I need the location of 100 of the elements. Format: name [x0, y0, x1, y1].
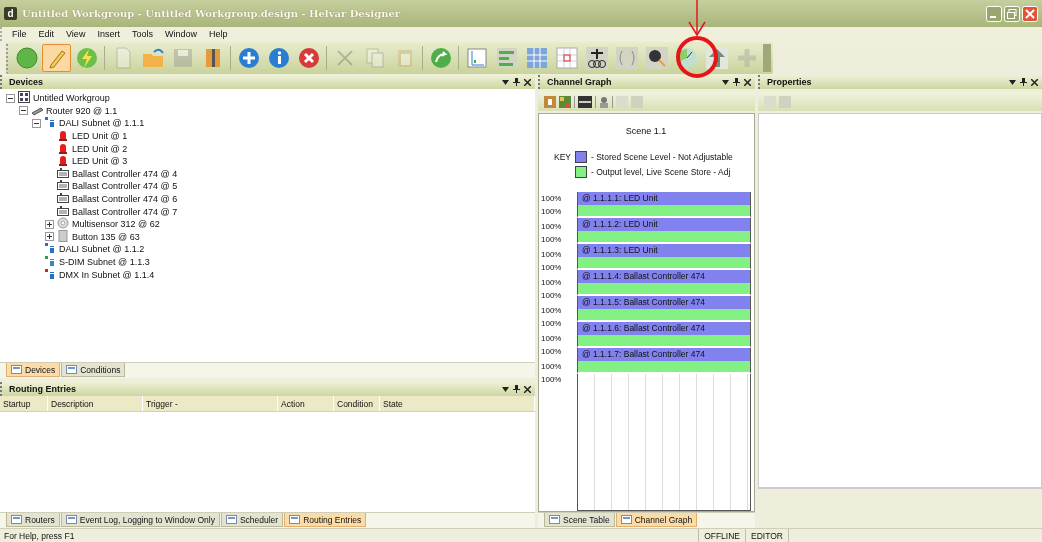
tree-item[interactable]: Router 920 @ 1.1 [46, 105, 118, 116]
tab[interactable]: Scene Table [544, 513, 615, 527]
close-icon[interactable] [1031, 78, 1038, 86]
collapse-toggle[interactable] [19, 106, 28, 116]
level-bar: @ 1.1.1.4: Ballast Controller 474 [578, 270, 750, 283]
pin-icon[interactable] [513, 385, 520, 393]
pane-title: Devices [8, 77, 45, 87]
sdim-subnet-icon [44, 255, 56, 267]
window-icon [225, 514, 237, 525]
dali-subnet-icon [44, 116, 56, 129]
tree-item[interactable]: DMX In Subnet @ 1.1.4 [59, 269, 155, 280]
tab[interactable]: Conditions [61, 363, 126, 377]
tree-item[interactable]: DALI Subnet @ 1.1.2 [59, 244, 145, 255]
collapse-toggle[interactable] [32, 119, 41, 128]
menu-item[interactable]: Edit [32, 29, 61, 39]
tab[interactable]: Devices [6, 363, 61, 377]
circle-icon [13, 44, 40, 71]
tab[interactable]: Scheduler [220, 513, 284, 527]
window-icon [11, 364, 22, 375]
menu-item[interactable]: View [60, 29, 92, 39]
sensor-icon [57, 217, 69, 230]
tree-item[interactable]: Untitled Workgroup [33, 93, 110, 104]
tab[interactable]: Channel Graph [615, 513, 698, 527]
grid-icon[interactable] [559, 95, 571, 108]
tree-item[interactable]: S-DIM Subnet @ 1.1.3 [59, 257, 150, 267]
annotation-circle [676, 36, 718, 78]
tree-item[interactable]: LED Unit @ 1 [72, 131, 128, 142]
menu-item[interactable]: Tools [125, 29, 159, 39]
help-icon [643, 44, 670, 71]
tree-item[interactable]: Ballast Controller 474 @ 7 [72, 206, 178, 217]
pin-icon[interactable] [513, 78, 520, 86]
legend-label: - Stored Scene Level - Not Adjustable [591, 151, 733, 162]
window-icon [620, 514, 632, 525]
minimize-button[interactable] [986, 5, 1002, 22]
dropdown-icon[interactable] [1009, 79, 1016, 85]
window-title: Untitled Workgroup - Untitled Workgroup.design - Helvar Designer [22, 8, 402, 19]
menu-item[interactable]: Insert [91, 29, 126, 39]
status-panel: OFFLINE [698, 529, 746, 542]
level-bar: @ 1.1.1.3: LED Unit [578, 244, 750, 257]
level-bar: @ 1.1.1.2: LED Unit [578, 218, 750, 231]
tree-item[interactable]: Ballast Controller 474 @ 4 [72, 168, 178, 179]
tree-item[interactable]: Ballast Controller 474 @ 6 [72, 194, 178, 205]
pin-icon[interactable] [733, 78, 740, 86]
tree-item[interactable]: LED Unit @ 3 [72, 156, 128, 167]
menu-item[interactable]: Help [202, 29, 234, 39]
pane-title: Channel Graph [546, 77, 613, 87]
bars-icon[interactable] [578, 95, 592, 108]
dropdown-icon[interactable] [722, 79, 729, 85]
lock-icon[interactable] [599, 95, 609, 108]
column-header[interactable]: Action [278, 396, 334, 411]
level-reading: 100% [541, 262, 563, 274]
toolbar-overflow[interactable] [763, 43, 771, 72]
close-icon[interactable] [524, 78, 531, 86]
tab[interactable]: Routing Entries [284, 513, 367, 527]
ballast-icon [57, 204, 69, 217]
app-icon: d [4, 7, 17, 20]
tree-item[interactable]: DALI Subnet @ 1.1.1 [59, 118, 145, 129]
level-bar: @ 1.1.1.5: Ballast Controller 474 [578, 296, 750, 309]
tree-item[interactable]: Multisensor 312 @ 62 [72, 219, 160, 230]
tree-item[interactable]: LED Unit @ 2 [72, 143, 128, 154]
status-panel: EDITOR [745, 529, 788, 542]
collapse-toggle[interactable] [6, 93, 15, 103]
menu-item[interactable]: Window [158, 29, 203, 39]
tree-item[interactable]: Ballast Controller 474 @ 5 [72, 181, 178, 192]
level-reading: 100% [541, 318, 563, 330]
column-header[interactable]: State [380, 396, 535, 411]
level-reading: 100% [541, 277, 563, 289]
level-bar: @ 1.1.1.1: LED Unit [578, 192, 750, 205]
window-icon [549, 514, 560, 525]
column-header[interactable]: Startup [0, 396, 48, 411]
tab[interactable]: Routers [6, 513, 60, 527]
legend-label: - Output level, Live Scene Store - Adj [591, 166, 731, 177]
expand-toggle[interactable] [45, 219, 54, 229]
window-icon [289, 514, 301, 525]
help-grid-icon[interactable] [544, 95, 556, 108]
level-reading: 100% [541, 234, 563, 246]
expand-toggle[interactable] [45, 232, 54, 242]
level-bar: @ 1.1.1.6: Ballast Controller 474 [578, 322, 750, 335]
level-reading: 100% [541, 221, 563, 233]
pane-title: Properties [766, 77, 813, 87]
column-header[interactable]: Condition [334, 396, 380, 411]
pane-title: Routing Entries [8, 384, 77, 394]
dropdown-icon[interactable] [502, 79, 509, 85]
close-button[interactable] [1022, 5, 1038, 22]
column-header[interactable]: Trigger - [143, 396, 278, 411]
close-icon[interactable] [744, 78, 751, 86]
status-text: For Help, press F1 [4, 530, 76, 541]
button-icon [57, 229, 69, 242]
level-bar: @ 1.1.1.7: Ballast Controller 474 [578, 348, 750, 361]
tab[interactable]: Event Log, Logging to Window Only [60, 513, 220, 527]
window-icon [66, 364, 78, 375]
menu-item[interactable]: File [6, 29, 33, 39]
level-reading: 100% [541, 193, 563, 205]
column-header[interactable]: Description [48, 396, 143, 411]
close-icon[interactable] [524, 385, 531, 393]
pin-icon[interactable] [1020, 78, 1027, 86]
dropdown-icon[interactable] [502, 386, 509, 392]
restore-button[interactable] [1004, 5, 1020, 22]
tree-item[interactable]: Button 135 @ 63 [72, 231, 140, 242]
level-reading: 100% [541, 333, 563, 345]
